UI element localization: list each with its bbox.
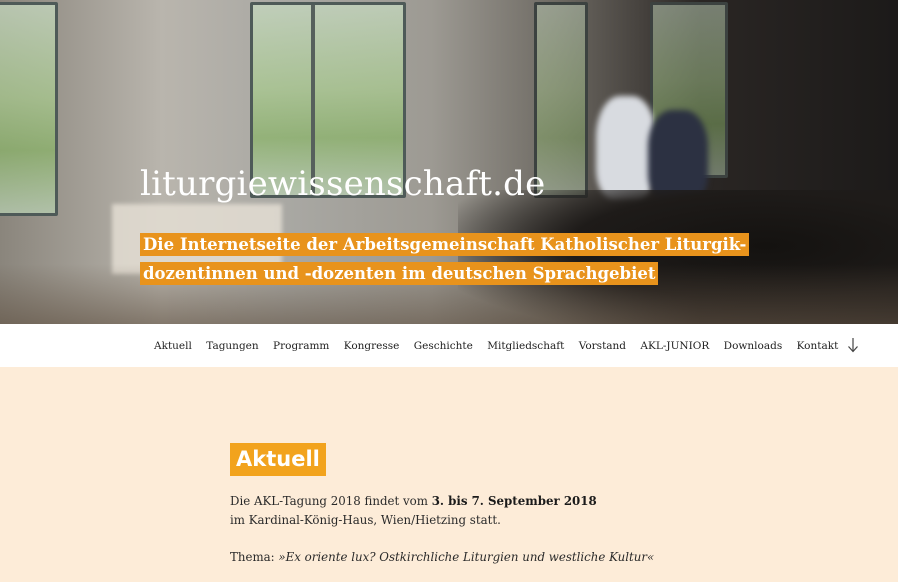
- nav-item-aktuell[interactable]: Aktuell: [154, 340, 192, 352]
- background-person-2: [648, 110, 708, 202]
- main-navigation: Aktuell Tagungen Programm Kongresse Gesc…: [0, 324, 898, 367]
- nav-item-programm[interactable]: Programm: [273, 340, 329, 352]
- background-person-1: [596, 96, 656, 200]
- theme-label: Thema:: [230, 550, 279, 564]
- theme-title: »Ex oriente lux? Ostkirchliche Liturgien…: [278, 550, 655, 564]
- nav-item-tagungen[interactable]: Tagungen: [206, 340, 258, 352]
- event-dates: 3. bis 7. September 2018: [431, 494, 597, 508]
- event-theme: Thema: »Ex oriente lux? Ostkirchliche Li…: [230, 548, 654, 567]
- tagline-line-1: Die Internetseite der Arbeitsgemeinschaf…: [140, 233, 750, 256]
- main-content: Aktuell Die AKL-Tagung 2018 findet vom 3…: [0, 367, 898, 582]
- nav-item-vorstand[interactable]: Vorstand: [579, 340, 626, 352]
- nav-item-downloads[interactable]: Downloads: [724, 340, 783, 352]
- site-title[interactable]: liturgiewissenschaft.de: [140, 164, 545, 204]
- hero-header: liturgiewissenschaft.de Die Internetseit…: [0, 0, 898, 324]
- event-announcement: Die AKL-Tagung 2018 findet vom 3. bis 7.…: [230, 492, 610, 530]
- nav-menu: Aktuell Tagungen Programm Kongresse Gesc…: [154, 324, 853, 367]
- announcement-suffix: im Kardinal-König-Haus, Wien/Hietzing st…: [230, 513, 501, 527]
- nav-item-kongresse[interactable]: Kongresse: [344, 340, 400, 352]
- section-heading: Aktuell: [230, 443, 326, 476]
- site-tagline: Die Internetseite der Arbeitsgemeinschaf…: [140, 230, 750, 288]
- nav-item-mitgliedschaft[interactable]: Mitgliedschaft: [487, 340, 564, 352]
- background-window-left: [0, 2, 58, 216]
- nav-item-kontakt[interactable]: Kontakt: [797, 340, 839, 352]
- announcement-prefix: Die AKL-Tagung 2018 findet vom: [230, 494, 432, 508]
- nav-item-akl-junior[interactable]: AKL-JUNIOR: [640, 340, 709, 352]
- nav-item-geschichte[interactable]: Geschichte: [414, 340, 473, 352]
- arrow-down-icon[interactable]: [846, 335, 860, 355]
- tagline-line-2: dozentinnen und -dozenten im deutschen S…: [140, 262, 659, 285]
